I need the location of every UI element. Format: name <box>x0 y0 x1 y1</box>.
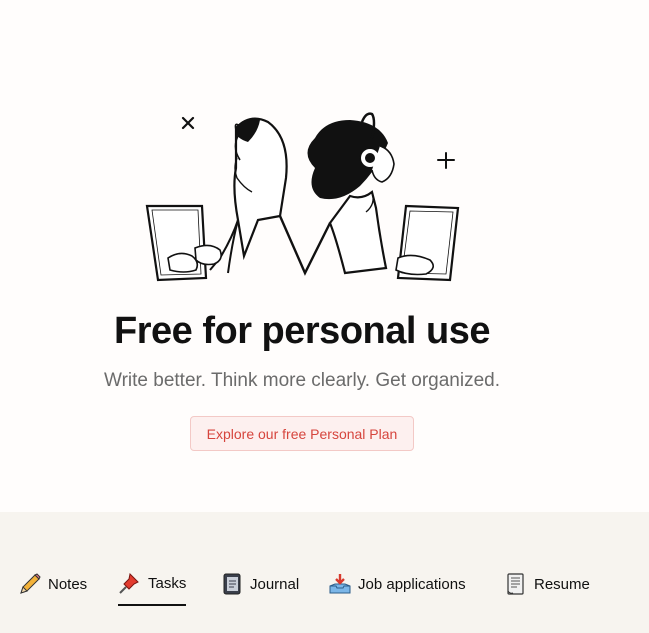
hero-section: Free for personal use Write better. Thin… <box>0 0 649 512</box>
subtitle: Write better. Think more clearly. Get or… <box>103 370 500 391</box>
tab-label: Notes <box>48 575 88 593</box>
tab-label: Tasks <box>148 574 187 592</box>
tab-label: Resume <box>534 575 590 593</box>
tab-journal[interactable]: Journal <box>220 562 299 606</box>
notebook-icon <box>220 572 244 596</box>
tab-label: Journal <box>250 575 300 593</box>
scroll-icon <box>504 572 528 596</box>
people-with-laptops-illustration <box>145 112 460 282</box>
tab-label: Job applications <box>358 575 466 593</box>
pencil-icon <box>18 572 42 596</box>
tab-notes[interactable]: Notes <box>18 562 87 606</box>
page-title: Free for personal use <box>114 310 490 352</box>
tab-resume[interactable]: Resume <box>504 562 590 606</box>
inbox-tray-icon <box>328 572 352 596</box>
use-case-tabs: Notes Tasks Journal Job applications Res… <box>0 512 649 633</box>
explore-personal-plan-button[interactable]: Explore our free Personal Plan <box>190 416 414 451</box>
tab-job-applications[interactable]: Job applications <box>328 562 466 606</box>
cross-mark-icon <box>181 116 195 130</box>
tab-tasks[interactable]: Tasks <box>118 562 187 606</box>
plus-mark-icon <box>437 152 455 169</box>
pushpin-icon <box>118 571 142 595</box>
